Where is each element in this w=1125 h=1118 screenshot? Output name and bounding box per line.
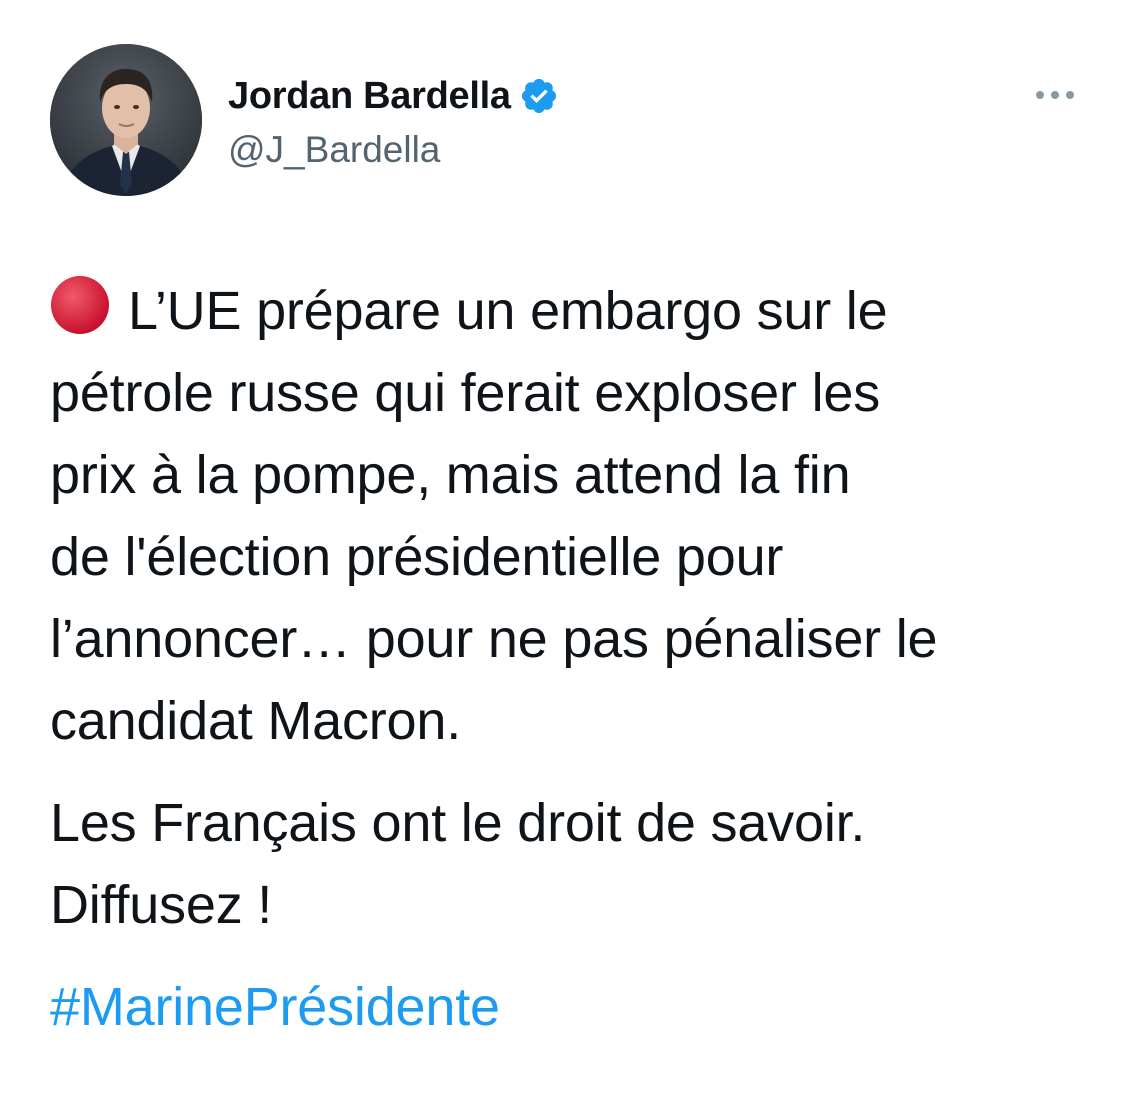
tweet-line: de l'élection présidentielle pour bbox=[50, 527, 784, 587]
tweet-line: Diffusez ! bbox=[50, 875, 273, 935]
tweet-line: L’UE prépare un embargo sur le bbox=[128, 281, 888, 341]
hashtag-link[interactable]: #MarinePrésidente bbox=[50, 977, 500, 1037]
author-display-name[interactable]: Jordan Bardella bbox=[228, 72, 511, 120]
tweet-card: Jordan Bardella @J_Bardella L’UE prépare… bbox=[0, 0, 1125, 1118]
tweet-text: L’UE prépare un embargo sur le pétrole r… bbox=[50, 270, 1090, 1048]
verified-badge-icon bbox=[519, 76, 559, 116]
tweet-header: Jordan Bardella @J_Bardella bbox=[50, 44, 1080, 199]
red-circle-icon bbox=[50, 275, 110, 335]
display-name-row[interactable]: Jordan Bardella bbox=[228, 72, 559, 120]
tweet-paragraph-2: Les Français ont le droit de savoir. Dif… bbox=[50, 782, 1090, 946]
tweet-line: Les Français ont le droit de savoir. bbox=[50, 793, 866, 853]
tweet-line: pétrole russe qui ferait exploser les bbox=[50, 363, 881, 423]
tweet-line: prix à la pompe, mais attend la fin bbox=[50, 445, 851, 505]
tweet-line: candidat Macron. bbox=[50, 691, 462, 751]
author-handle[interactable]: @J_Bardella bbox=[228, 126, 559, 174]
author-names: Jordan Bardella @J_Bardella bbox=[228, 72, 559, 174]
more-horizontal-icon[interactable] bbox=[1030, 80, 1080, 110]
tweet-line: l’annoncer… pour ne pas pénaliser le bbox=[50, 609, 938, 669]
tweet-paragraph-1: L’UE prépare un embargo sur le pétrole r… bbox=[50, 270, 1090, 762]
tweet-paragraph-3: #MarinePrésidente bbox=[50, 966, 1090, 1048]
author-avatar[interactable] bbox=[50, 44, 202, 196]
avatar-portrait bbox=[50, 44, 202, 196]
